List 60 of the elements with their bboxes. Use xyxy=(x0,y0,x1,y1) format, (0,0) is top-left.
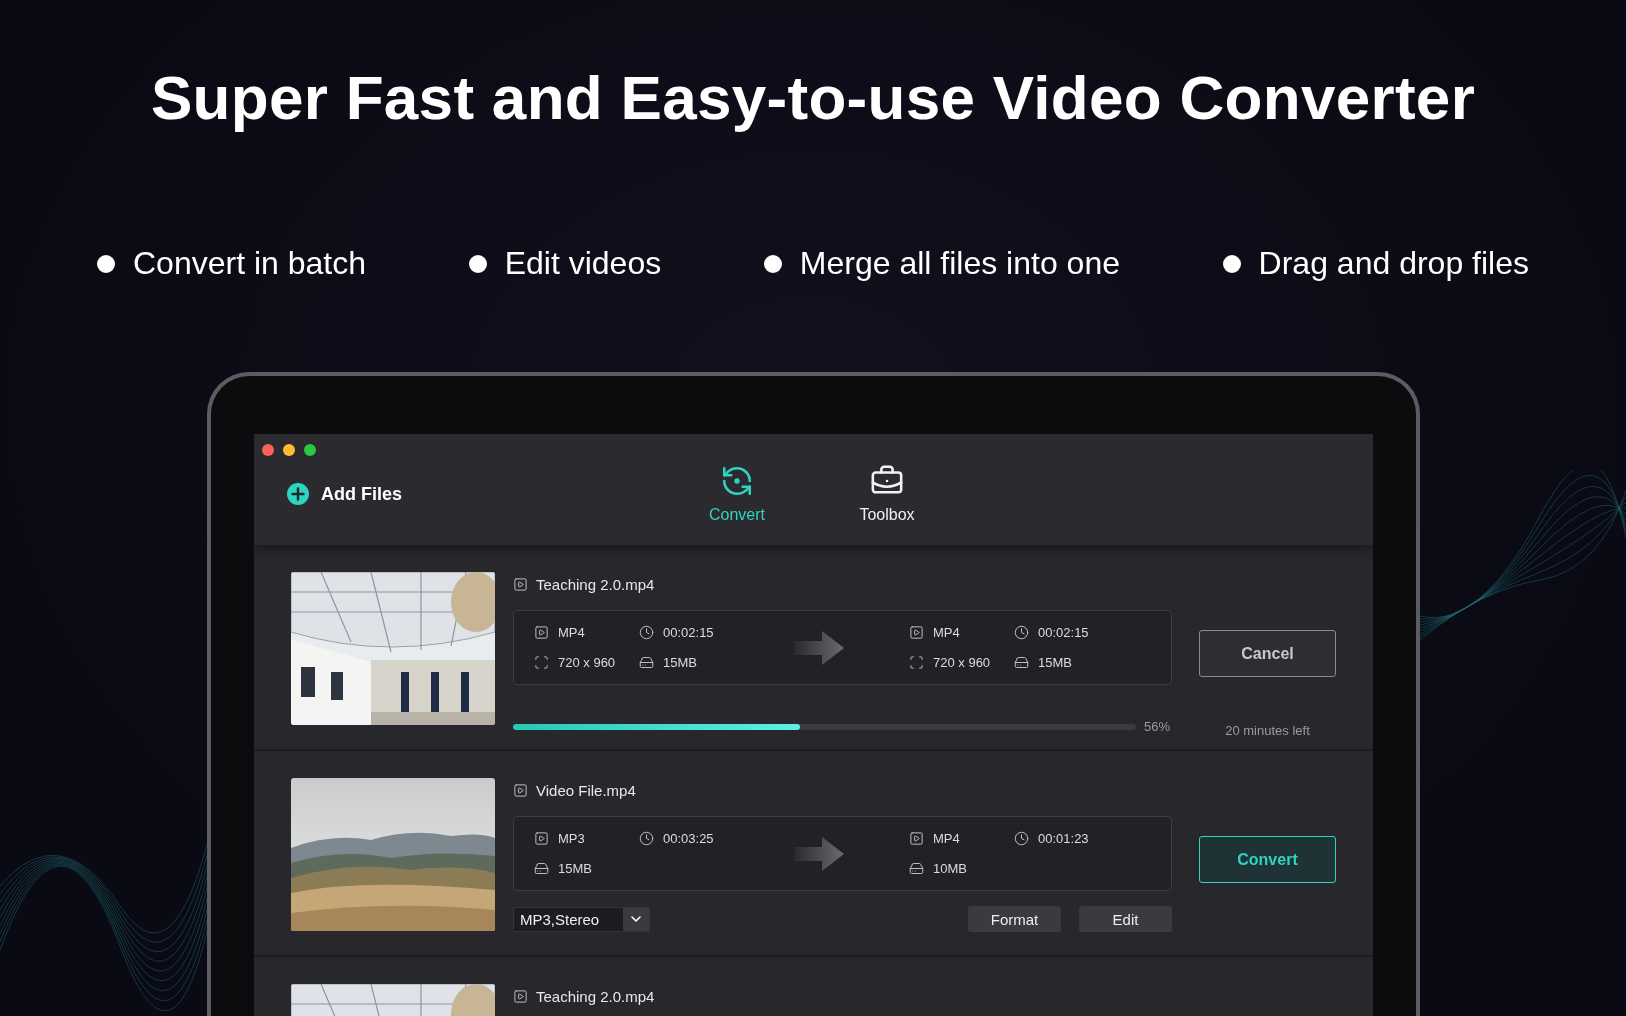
plus-icon xyxy=(287,483,309,505)
file-name: Video File.mp4 xyxy=(536,781,636,799)
video-file-icon xyxy=(513,576,528,592)
media-info-text: MP4 xyxy=(933,625,960,640)
tab[interactable]: Toolbox xyxy=(842,464,932,524)
clock-icon xyxy=(1014,831,1029,846)
storage-icon xyxy=(639,655,654,670)
toolbar-button[interactable]: Edit xyxy=(1079,906,1172,932)
media-info-text: 15MB xyxy=(558,861,592,876)
arrow-right-icon xyxy=(794,836,844,871)
media-info-text: MP4 xyxy=(933,831,960,846)
feature-text: Edit videos xyxy=(504,245,662,282)
media-info-text: 00:03:25 xyxy=(663,831,714,846)
bullet-icon xyxy=(763,254,782,273)
cancel-button[interactable]: Cancel xyxy=(1199,630,1336,677)
feature-text: Convert in batch xyxy=(133,245,366,282)
play-icon xyxy=(534,831,549,846)
media-info-text: 00:01:23 xyxy=(1038,831,1089,846)
file-name: Teaching 2.0.mp4 xyxy=(536,575,655,593)
media-info-text: 00:02:15 xyxy=(663,625,714,640)
video-file-icon xyxy=(513,782,528,798)
media-info-text: 720 x 960 xyxy=(558,655,616,670)
bullet-icon xyxy=(1222,254,1241,273)
media-info-text: 00:02:15 xyxy=(1038,625,1089,640)
media-info-text: 15MB xyxy=(1038,655,1072,670)
storage-icon xyxy=(534,861,549,876)
arrow-right-icon xyxy=(794,630,844,665)
play-icon xyxy=(534,625,549,640)
media-info-text: 15MB xyxy=(663,655,697,670)
audio-format-dropdown[interactable]: MP3,Stereo xyxy=(513,906,650,932)
headline: Super Fast and Easy-to-use Video Converter xyxy=(149,62,1477,133)
maximize-icon[interactable] xyxy=(304,444,316,456)
feature-text: Drag and drop files xyxy=(1258,245,1529,282)
file-name: Teaching 2.0.mp4 xyxy=(536,987,655,1005)
tab[interactable]: Convert xyxy=(692,464,782,524)
close-icon[interactable] xyxy=(262,444,274,456)
media-info-text: 720 x 960 xyxy=(933,655,991,670)
clock-icon xyxy=(639,625,654,640)
play-icon xyxy=(909,625,924,640)
progress-percent: 56% xyxy=(1144,719,1171,734)
refresh-icon xyxy=(720,464,754,498)
resize-icon xyxy=(909,655,924,670)
media-info-text: MP4 xyxy=(558,625,585,640)
media-info-text: 10MB xyxy=(933,861,967,876)
clock-icon xyxy=(1014,625,1029,640)
feature-text: Merge all files into one xyxy=(799,245,1120,282)
convert-button[interactable]: Convert xyxy=(1199,836,1336,883)
time-remaining: 20 minutes left xyxy=(1225,723,1310,738)
add-files-button[interactable]: Add Files xyxy=(287,483,402,505)
video-file-icon xyxy=(513,988,528,1004)
storage-icon xyxy=(1014,655,1029,670)
bullet-icon xyxy=(468,254,487,273)
bullet-icon xyxy=(97,254,115,273)
storage-icon xyxy=(909,861,924,876)
play-icon xyxy=(909,831,924,846)
resize-icon xyxy=(534,655,549,670)
media-info-text: MP3 xyxy=(558,831,585,846)
clock-icon xyxy=(639,831,654,846)
minimize-icon[interactable] xyxy=(283,444,295,456)
toolbar-button[interactable]: Format xyxy=(968,906,1061,932)
